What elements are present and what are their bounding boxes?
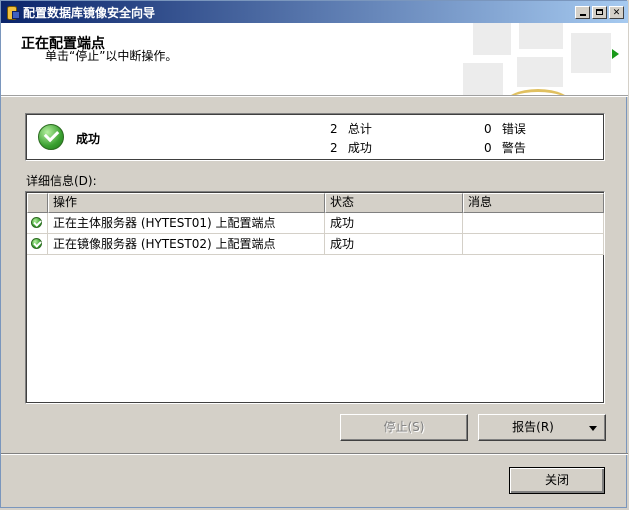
success-check-icon [31,217,42,228]
dropdown-arrow-icon[interactable] [589,426,597,431]
maximize-icon [596,8,603,15]
close-icon: ✕ [612,7,621,18]
maximize-button[interactable] [592,5,607,19]
row-status: 成功 [325,234,463,255]
summary-status: 成功 [76,132,101,146]
play-arrow-icon [612,49,619,59]
row-action: 正在主体服务器 (HYTEST01) 上配置端点 [48,213,325,234]
column-header-message[interactable]: 消息 [463,193,604,213]
report-dropdown-button[interactable]: 报告(R) [478,414,606,441]
success-check-icon [38,124,64,150]
stat-success: 2 成功 [330,141,372,155]
header-icon-column[interactable] [27,193,48,213]
success-check-icon [31,238,42,249]
column-header-action[interactable]: 操作 [48,193,325,213]
status-summary: 成功 2 总计 0 错误 2 成功 0 警告 [25,113,605,161]
grid-header: 操作 状态 消息 [27,193,604,213]
column-header-status[interactable]: 状态 [325,193,463,213]
stat-total: 2 总计 [330,122,372,136]
table-row[interactable]: 正在主体服务器 (HYTEST01) 上配置端点 成功 [27,213,604,234]
close-button[interactable]: 关闭 [509,467,605,494]
wizard-window: 配置数据库镜像安全向导 ✕ 正在配置端点 单击“停止”以中断操作。 成功 2 总… [0,0,628,508]
close-window-button[interactable]: ✕ [609,5,624,19]
header-decoration [463,23,613,95]
title-bar[interactable]: 配置数据库镜像安全向导 ✕ [1,1,628,23]
details-grid[interactable]: 操作 状态 消息 正在主体服务器 (HYTEST01) 上配置端点 成功 正在镜… [25,191,605,404]
stat-warnings: 0 警告 [484,141,526,155]
table-row[interactable]: 正在镜像服务器 (HYTEST02) 上配置端点 成功 [27,234,604,255]
row-message [463,234,604,255]
minimize-icon [579,13,586,16]
stop-button[interactable]: 停止(S) [340,414,468,441]
report-button-label: 报告(R) [512,420,554,434]
row-action: 正在镜像服务器 (HYTEST02) 上配置端点 [48,234,325,255]
minimize-button[interactable] [575,5,590,19]
row-message [463,213,604,234]
wizard-header: 正在配置端点 单击“停止”以中断操作。 [1,23,628,96]
details-label: 详细信息(D): [26,174,97,188]
row-status: 成功 [325,213,463,234]
window-title: 配置数据库镜像安全向导 [23,5,156,20]
stat-errors: 0 错误 [484,122,526,136]
database-lock-icon [5,5,20,20]
page-subtitle: 单击“停止”以中断操作。 [45,49,178,63]
